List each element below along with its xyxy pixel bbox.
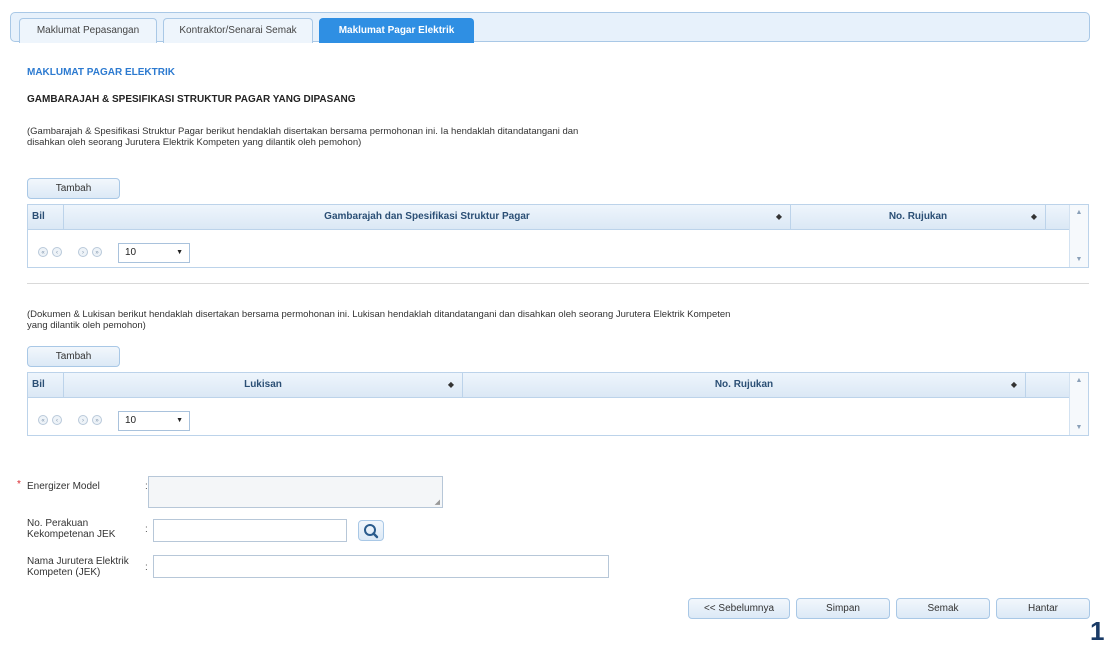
tab-maklumat-pepasangan[interactable]: Maklumat Pepasangan [19, 18, 157, 43]
search-icon [364, 524, 379, 539]
save-button[interactable]: Simpan [796, 598, 890, 619]
column-header-bil[interactable]: Bil [28, 205, 64, 229]
scroll-up-icon[interactable]: ▲ [1070, 377, 1088, 384]
nama-jek-label-line2: Kompeten (JEK) [27, 567, 101, 578]
required-marker: * [17, 479, 21, 490]
last-page-icon[interactable]: » [92, 247, 102, 257]
sort-icon: ◆ [1010, 380, 1017, 389]
prev-page-icon[interactable]: ‹ [52, 415, 62, 425]
tab-bar: Maklumat Pepasangan Kontraktor/Senarai S… [10, 12, 1090, 43]
sort-icon: ◆ [775, 212, 782, 221]
section-title: MAKLUMAT PAGAR ELEKTRIK [27, 67, 175, 78]
check-button[interactable]: Semak [896, 598, 990, 619]
gambarajah-grid-header: Bil Gambarajah dan Spesifikasi Struktur … [28, 205, 1070, 230]
first-page-icon[interactable]: « [38, 247, 48, 257]
page-marker: 1 [1090, 616, 1105, 646]
column-header-no-rujukan-label: No. Rujukan [714, 379, 774, 390]
tab-maklumat-pagar-elektrik[interactable]: Maklumat Pagar Elektrik [319, 18, 474, 43]
grid-scrollbar[interactable]: ▲ ▼ [1069, 205, 1088, 267]
previous-button[interactable]: << Sebelumnya [688, 598, 790, 619]
next-page-icon[interactable]: › [78, 247, 88, 257]
page-size-select[interactable]: 10 ▼ [118, 243, 190, 263]
note-gambarajah: (Gambarajah & Spesifikasi Struktur Pagar… [27, 126, 578, 148]
add-gambarajah-button[interactable]: Tambah [27, 178, 120, 199]
last-page-icon[interactable]: » [92, 415, 102, 425]
sort-icon: ◆ [447, 380, 454, 389]
nama-jek-input[interactable] [153, 555, 609, 578]
grid-pager: « ‹ › » 10 ▼ [34, 411, 234, 431]
add-lukisan-button[interactable]: Tambah [27, 346, 120, 367]
scroll-down-icon[interactable]: ▼ [1070, 424, 1088, 431]
column-header-bil[interactable]: Bil [28, 373, 64, 397]
note-lukisan: (Dokumen & Lukisan berikut hendaklah dis… [27, 309, 730, 331]
column-header-gambarajah[interactable]: Gambarajah dan Spesifikasi Struktur Paga… [64, 205, 791, 229]
page-size-value: 10 [125, 415, 137, 426]
gambarajah-grid: Bil Gambarajah dan Spesifikasi Struktur … [27, 204, 1089, 268]
tab-kontraktor-senarai-semak[interactable]: Kontraktor/Senarai Semak [163, 18, 313, 43]
note-gambarajah-line2: disahkan oleh seorang Jurutera Elektrik … [27, 137, 362, 148]
section-divider [27, 283, 1089, 284]
column-header-lukisan-label: Lukisan [244, 379, 282, 390]
field-colon: : [145, 562, 148, 573]
scroll-up-icon[interactable]: ▲ [1070, 209, 1088, 216]
next-page-icon[interactable]: › [78, 415, 88, 425]
grid-pager: « ‹ › » 10 ▼ [34, 243, 234, 263]
grid-scrollbar[interactable]: ▲ ▼ [1069, 373, 1088, 435]
nama-jek-label: Nama Jurutera Elektrik Kompeten (JEK) [27, 556, 129, 578]
page-size-value: 10 [125, 247, 137, 258]
search-jek-button[interactable] [358, 520, 384, 541]
note-gambarajah-line1: (Gambarajah & Spesifikasi Struktur Pagar… [27, 126, 579, 137]
resize-handle-icon[interactable]: ◢ [435, 498, 440, 506]
chevron-down-icon: ▼ [176, 249, 183, 256]
note-lukisan-line1: (Dokumen & Lukisan berikut hendaklah dis… [27, 309, 731, 320]
column-header-no-rujukan-label: No. Rujukan [888, 211, 948, 222]
prev-page-icon[interactable]: ‹ [52, 247, 62, 257]
no-perakuan-label-line2: Kekompetenan JEK [27, 529, 116, 540]
column-header-no-rujukan[interactable]: No. Rujukan ◆ [791, 205, 1046, 229]
chevron-down-icon: ▼ [176, 417, 183, 424]
scroll-down-icon[interactable]: ▼ [1070, 256, 1088, 263]
sub-title: GAMBARAJAH & SPESIFIKASI STRUKTUR PAGAR … [27, 94, 356, 105]
nama-jek-label-line1: Nama Jurutera Elektrik [27, 556, 129, 567]
column-header-no-rujukan[interactable]: No. Rujukan ◆ [463, 373, 1026, 397]
note-lukisan-line2: yang dilantik oleh pemohon) [27, 320, 146, 331]
column-header-gambarajah-label: Gambarajah dan Spesifikasi Struktur Paga… [324, 211, 530, 222]
lukisan-grid-header: Bil Lukisan ◆ No. Rujukan ◆ [28, 373, 1070, 398]
sort-icon: ◆ [1030, 212, 1037, 221]
page-size-select[interactable]: 10 ▼ [118, 411, 190, 431]
field-colon: : [145, 524, 148, 535]
first-page-icon[interactable]: « [38, 415, 48, 425]
no-perakuan-label: No. Perakuan Kekompetenan JEK [27, 518, 115, 540]
no-perakuan-input[interactable] [153, 519, 347, 542]
energizer-model-label: Energizer Model [27, 481, 100, 492]
lukisan-grid: Bil Lukisan ◆ No. Rujukan ◆ ▲ ▼ « ‹ › » … [27, 372, 1089, 436]
no-perakuan-label-line1: No. Perakuan [27, 518, 89, 529]
energizer-model-input[interactable]: ◢ [148, 476, 443, 508]
send-button[interactable]: Hantar [996, 598, 1090, 619]
column-header-lukisan[interactable]: Lukisan ◆ [64, 373, 463, 397]
